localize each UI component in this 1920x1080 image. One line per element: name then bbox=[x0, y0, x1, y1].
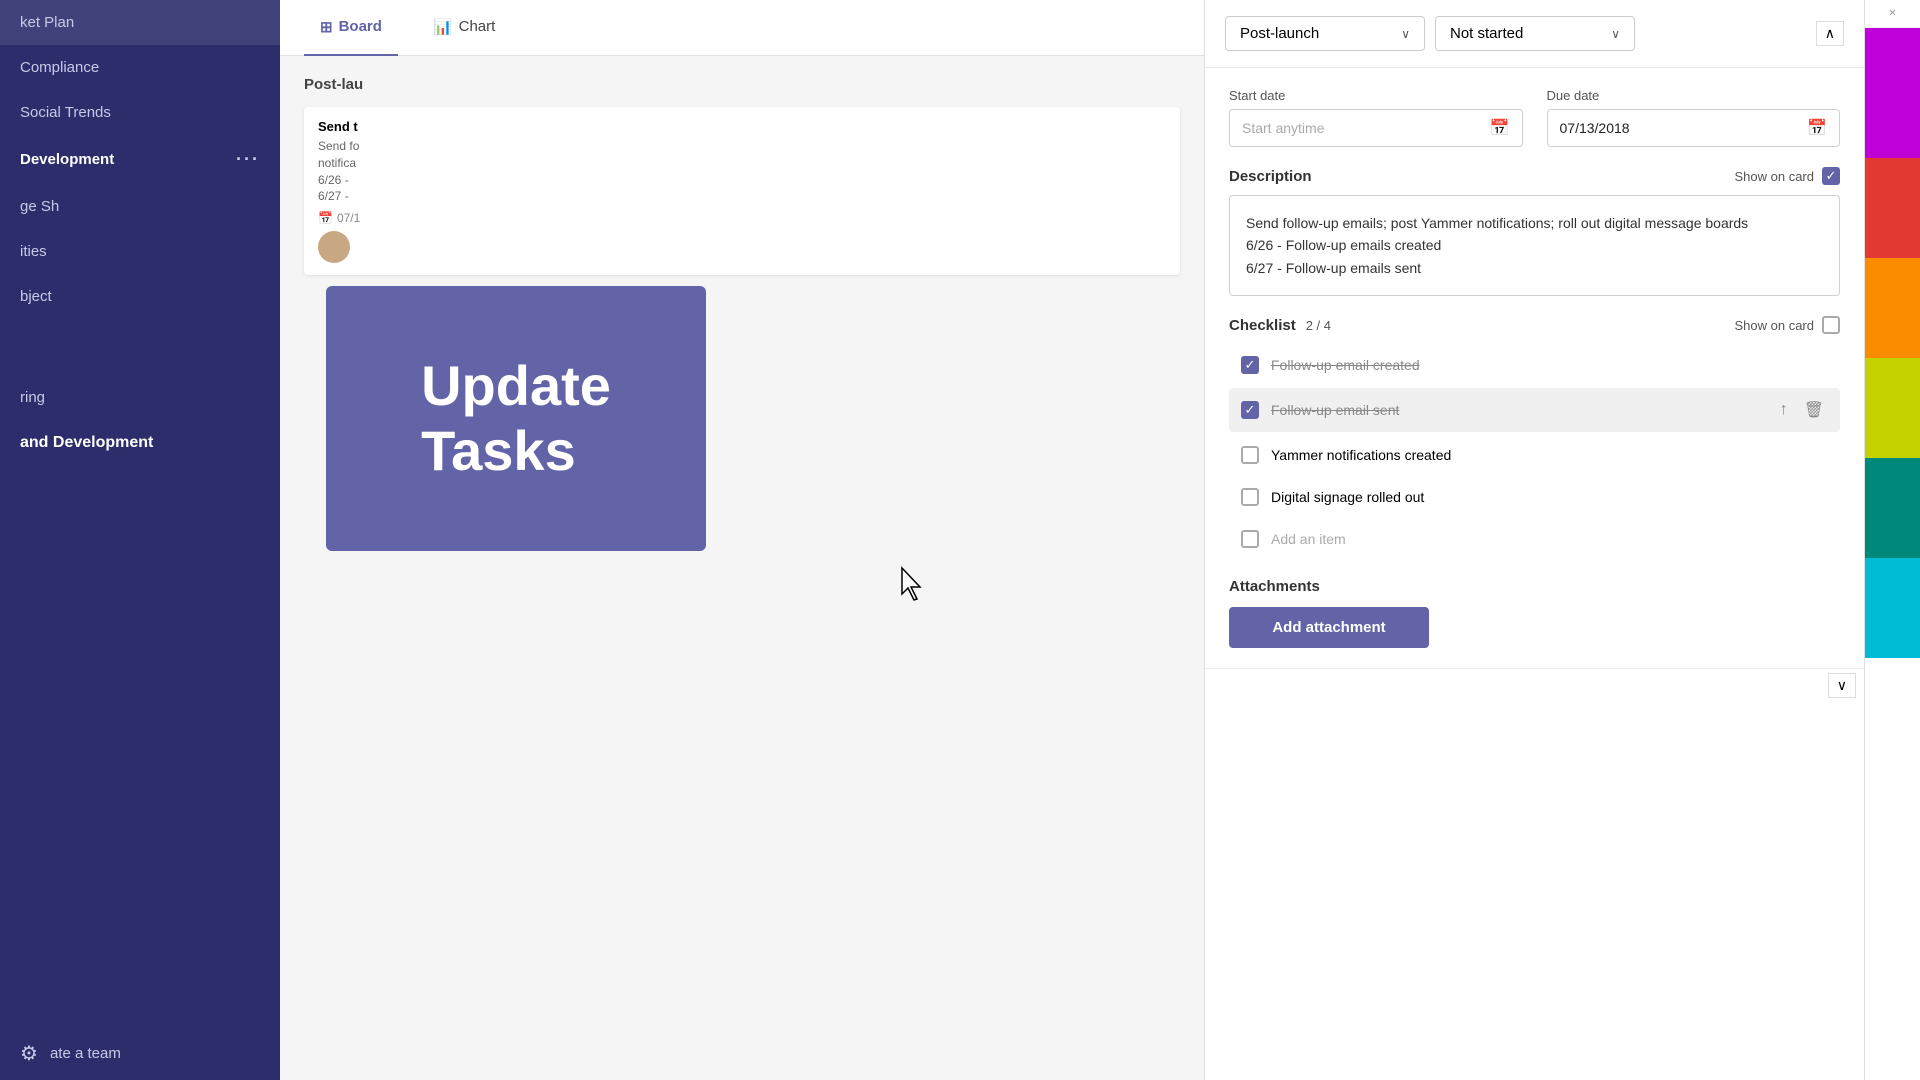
tab-chart[interactable]: 📊 Chart bbox=[418, 0, 511, 56]
color-swatch-magenta[interactable] bbox=[1865, 28, 1920, 158]
due-date-label: Due date bbox=[1547, 88, 1841, 103]
attachments-title: Attachments bbox=[1229, 578, 1840, 595]
detail-body: Start date Start anytime 📅 Due date 07/1… bbox=[1205, 68, 1864, 668]
scroll-down-button[interactable]: ∨ bbox=[1828, 673, 1856, 698]
add-attachment-button[interactable]: Add attachment bbox=[1229, 607, 1429, 648]
calendar-icon: 📅 bbox=[1490, 118, 1510, 138]
checklist-title: Checklist bbox=[1229, 317, 1296, 334]
sidebar-item-blank2 bbox=[0, 347, 280, 375]
calendar-icon: 📅 bbox=[318, 211, 333, 225]
board-card-title: Send t bbox=[318, 119, 1166, 134]
date-fields-row: Start date Start anytime 📅 Due date 07/1… bbox=[1229, 88, 1840, 147]
show-on-card-checkbox-checklist[interactable] bbox=[1822, 316, 1840, 334]
checklist-item-text-2: Follow-up email sent bbox=[1271, 402, 1764, 418]
more-options-icon[interactable]: ··· bbox=[236, 149, 260, 170]
gear-icon: ⚙ bbox=[20, 1041, 38, 1066]
checklist-header: Checklist 2 / 4 Show on card bbox=[1229, 316, 1840, 334]
show-on-card-description: Show on card ✓ bbox=[1735, 167, 1841, 185]
color-swatches-panel: ✕ bbox=[1864, 0, 1920, 1080]
checklist-checkbox-2[interactable]: ✓ bbox=[1241, 401, 1259, 419]
board-card-date: 📅 07/1 bbox=[318, 211, 1166, 225]
sidebar-item-ring[interactable]: ring bbox=[0, 375, 280, 420]
checklist-item-1: ✓ Follow-up email created bbox=[1229, 346, 1840, 384]
sidebar-item-market-plan[interactable]: ket Plan bbox=[0, 0, 280, 45]
description-title: Description bbox=[1229, 168, 1312, 185]
checklist-item-actions: ↑ 🗑 bbox=[1776, 398, 1828, 422]
checklist-item-4: Digital signage rolled out bbox=[1229, 478, 1840, 516]
scroll-up-button[interactable]: ∧ bbox=[1816, 21, 1844, 46]
color-swatch-orange[interactable] bbox=[1865, 258, 1920, 358]
update-tasks-text: Update Tasks bbox=[391, 334, 641, 503]
color-swatch-cyan[interactable] bbox=[1865, 558, 1920, 658]
attachments-section: Attachments Add attachment bbox=[1229, 578, 1840, 648]
tab-board[interactable]: ⊞ Board bbox=[304, 0, 398, 56]
chart-icon: 📊 bbox=[434, 18, 453, 36]
sidebar-item-create-team[interactable]: ⚙ ate a team bbox=[0, 1027, 280, 1080]
checklist-item-text-4: Digital signage rolled out bbox=[1271, 489, 1828, 505]
color-swatch-yellow-green[interactable] bbox=[1865, 358, 1920, 458]
top-bar: ⊞ Board 📊 Chart bbox=[280, 0, 1204, 56]
sidebar-item-compliance[interactable]: Compliance bbox=[0, 45, 280, 90]
sidebar-item-ities[interactable]: ities bbox=[0, 229, 280, 274]
checklist-checkbox-4[interactable] bbox=[1241, 488, 1259, 506]
description-section-header: Description Show on card ✓ bbox=[1229, 167, 1840, 185]
board-card-description: Send fonotifica6/26 -6/27 - bbox=[318, 138, 1166, 205]
color-swatch-red[interactable] bbox=[1865, 158, 1920, 258]
calendar-icon: 📅 bbox=[1807, 118, 1827, 138]
update-tasks-overlay: Update Tasks bbox=[326, 286, 706, 551]
show-on-card-checklist: Show on card bbox=[1735, 316, 1841, 334]
main-area: ⊞ Board 📊 Chart Post-lau Send t Send fon… bbox=[280, 0, 1204, 1080]
checklist-count: 2 / 4 bbox=[1306, 318, 1331, 333]
checklist-checkbox-3[interactable] bbox=[1241, 446, 1259, 464]
chevron-down-icon: ∨ bbox=[1401, 27, 1410, 41]
description-box[interactable]: Send follow-up emails; post Yammer notif… bbox=[1229, 195, 1840, 296]
status-dropdown[interactable]: Not started ∨ bbox=[1435, 16, 1635, 51]
board-area: Post-lau Send t Send fonotifica6/26 -6/2… bbox=[280, 56, 1204, 1080]
sidebar-item-blank1 bbox=[0, 319, 280, 347]
start-date-label: Start date bbox=[1229, 88, 1523, 103]
add-item-row: Add an item bbox=[1229, 520, 1840, 558]
sidebar-item-social-trends[interactable]: Social Trends bbox=[0, 90, 280, 135]
cursor bbox=[900, 566, 924, 602]
add-item-checkbox[interactable] bbox=[1241, 530, 1259, 548]
color-swatch-teal[interactable] bbox=[1865, 458, 1920, 558]
add-item-placeholder[interactable]: Add an item bbox=[1271, 531, 1346, 547]
checklist-item-3: Yammer notifications created bbox=[1229, 436, 1840, 474]
delete-item-button[interactable]: 🗑 bbox=[1800, 398, 1828, 422]
start-date-input[interactable]: Start anytime 📅 bbox=[1229, 109, 1523, 147]
sidebar-item-and-development[interactable]: and Development bbox=[0, 420, 280, 466]
board-icon: ⊞ bbox=[320, 18, 333, 36]
checklist-item-text-1: Follow-up email created bbox=[1271, 357, 1828, 373]
close-color-panel-icon[interactable]: ✕ bbox=[1888, 8, 1896, 19]
detail-panel: Post-launch ∨ Not started ∨ ∧ Start date… bbox=[1204, 0, 1864, 1080]
checklist-checkbox-1[interactable]: ✓ bbox=[1241, 356, 1259, 374]
board-card[interactable]: Send t Send fonotifica6/26 -6/27 - 📅 07/… bbox=[304, 107, 1180, 275]
sidebar-item-gesh[interactable]: ge Sh bbox=[0, 184, 280, 229]
sidebar: ket Plan Compliance Social Trends Develo… bbox=[0, 0, 280, 1080]
checklist-item-text-3: Yammer notifications created bbox=[1271, 447, 1828, 463]
board-section-title: Post-lau bbox=[304, 76, 1180, 93]
detail-header: Post-launch ∨ Not started ∨ ∧ bbox=[1205, 0, 1864, 68]
start-date-group: Start date Start anytime 📅 bbox=[1229, 88, 1523, 147]
bucket-dropdown[interactable]: Post-launch ∨ bbox=[1225, 16, 1425, 51]
avatar bbox=[318, 231, 350, 263]
chevron-down-icon: ∨ bbox=[1611, 27, 1620, 41]
show-on-card-checkbox-description[interactable]: ✓ bbox=[1822, 167, 1840, 185]
move-up-button[interactable]: ↑ bbox=[1776, 399, 1792, 421]
sidebar-item-bject[interactable]: bject bbox=[0, 274, 280, 319]
due-date-group: Due date 07/13/2018 📅 bbox=[1547, 88, 1841, 147]
due-date-input[interactable]: 07/13/2018 📅 bbox=[1547, 109, 1841, 147]
checklist-item-2: ✓ Follow-up email sent ↑ 🗑 bbox=[1229, 388, 1840, 432]
sidebar-item-development[interactable]: Development ··· bbox=[0, 135, 280, 184]
